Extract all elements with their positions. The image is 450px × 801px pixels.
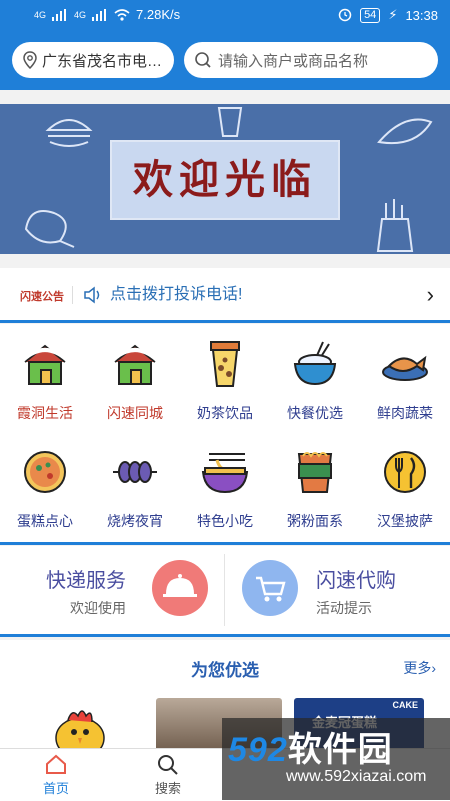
alarm-icon	[338, 8, 352, 22]
watermark-url: www.592xiazai.com	[286, 768, 427, 785]
category-label: 霞洞生活	[17, 405, 73, 421]
category-item[interactable]: 特色小吃	[180, 446, 270, 531]
milk-tea-icon	[210, 341, 240, 387]
category-item[interactable]: 烧烤夜宵	[90, 446, 180, 531]
speaker-icon	[84, 286, 100, 304]
watermark-brand-text: 软件园	[287, 731, 393, 769]
network-speed: 7.28K/s	[136, 7, 181, 22]
watermark-brand: 592软件园	[228, 722, 393, 771]
signal-icon	[52, 8, 67, 21]
location-pin-icon	[23, 51, 37, 69]
section-title: 为您优选	[191, 661, 259, 680]
search-input[interactable]: 请输入商户或商品名称	[184, 42, 438, 78]
category-label: 汉堡披萨	[377, 513, 433, 529]
signal-a-label: 4G	[34, 9, 47, 20]
recommend-thumb[interactable]	[20, 698, 140, 754]
rice-bowl-icon	[293, 341, 337, 386]
category-item[interactable]: 闪速同城	[90, 338, 180, 423]
charging-icon: ⚡	[388, 7, 398, 22]
rooster-mascot-icon	[55, 710, 105, 754]
chevron-right-icon[interactable]: ›	[427, 282, 434, 308]
cup-doodle-icon	[217, 107, 243, 137]
cloche-icon	[152, 560, 208, 616]
wifi-icon	[114, 8, 130, 21]
promo-banner[interactable]: 欢迎光临	[0, 104, 450, 254]
fish-plate-icon	[382, 355, 428, 381]
more-link[interactable]: 更多›	[403, 658, 436, 678]
service-subtitle: 欢迎使用	[70, 600, 126, 616]
service-subtitle: 活动提示	[316, 600, 372, 616]
signal-icon	[92, 8, 107, 21]
home-icon	[46, 754, 66, 774]
house-icon	[111, 344, 159, 385]
category-item[interactable]: 鲜肉蔬菜	[360, 338, 450, 423]
banner-title: 欢迎光临	[133, 158, 317, 202]
noodle-bowl-icon	[201, 453, 249, 494]
house-icon	[21, 344, 69, 385]
hotdog-doodle-icon	[377, 118, 433, 144]
divider	[224, 554, 225, 626]
category-item[interactable]: 奶茶饮品	[180, 338, 270, 423]
watermark: 592软件园 www.592xiazai.com	[222, 718, 450, 800]
more-label: 更多	[403, 660, 432, 676]
location-selector[interactable]: 广东省茂名市电…	[12, 42, 174, 78]
fork-knife-icon	[384, 451, 426, 493]
chicken-doodle-icon	[24, 210, 75, 248]
announcement-text: 点击拨打投诉电话!	[110, 286, 243, 303]
category-label: 粥粉面系	[287, 513, 343, 529]
services-row: 快递服务 欢迎使用 闪速代购 活动提示	[0, 546, 450, 637]
clock: 13:38	[405, 7, 438, 23]
shopping-service-card[interactable]: 闪速代购 活动提示	[226, 546, 450, 634]
category-label: 特色小吃	[197, 513, 253, 529]
announcement-tag: 闪速公告	[20, 291, 64, 303]
burger-doodle-icon	[45, 119, 93, 147]
search-icon	[158, 755, 178, 775]
header-bar: 广东省茂名市电… 请输入商户或商品名称	[0, 32, 450, 90]
category-item[interactable]: 粥粉面系	[270, 446, 360, 531]
tab-home[interactable]: 首页	[16, 753, 96, 797]
search-icon	[195, 52, 211, 68]
category-item[interactable]: 汉堡披萨	[360, 446, 450, 531]
chevron-right-icon: ›	[431, 660, 436, 676]
tab-label: 首页	[42, 781, 69, 796]
express-service-card[interactable]: 快递服务 欢迎使用	[0, 546, 224, 634]
category-grid: 霞洞生活 闪速同城 奶茶饮品 快餐优选 鲜肉蔬菜 蛋糕点心 烧烤夜宵 特色小吃 …	[0, 324, 450, 545]
tab-search[interactable]: 搜索	[128, 753, 208, 797]
category-item[interactable]: 快餐优选	[270, 338, 360, 423]
pizza-icon	[24, 451, 66, 493]
divider	[72, 286, 73, 304]
search-placeholder: 请输入商户或商品名称	[218, 52, 369, 70]
category-label: 烧烤夜宵	[107, 513, 163, 529]
battery-level: 54	[360, 7, 381, 23]
category-item[interactable]: 霞洞生活	[0, 338, 90, 423]
location-text: 广东省茂名市电…	[42, 52, 163, 70]
service-title: 闪速代购	[316, 570, 396, 592]
skewer-icon	[113, 461, 157, 483]
category-label: 快餐优选	[287, 405, 343, 421]
category-label: 奶茶饮品	[197, 405, 253, 421]
category-label: 闪速同城	[107, 405, 163, 421]
status-bar: 4G 4G 7.28K/s 54 ⚡ 13:38	[0, 0, 450, 32]
tab-label: 搜索	[154, 781, 181, 796]
watermark-brand-num: 592	[228, 731, 288, 769]
thumb-shop-tag: CAKE	[392, 700, 418, 710]
category-label: 蛋糕点心	[17, 513, 73, 529]
category-item[interactable]: 蛋糕点心	[0, 446, 90, 531]
signal-b-label: 4G	[74, 9, 87, 20]
banner-title-frame: 欢迎光临	[110, 140, 340, 220]
announcement-bar[interactable]: 闪速公告 点击拨打投诉电话! ›	[0, 268, 450, 323]
category-label: 鲜肉蔬菜	[377, 405, 433, 421]
noodle-cup-icon	[297, 452, 333, 493]
cart-icon	[242, 560, 298, 616]
fries-doodle-icon	[376, 199, 414, 252]
service-title: 快递服务	[46, 570, 126, 592]
